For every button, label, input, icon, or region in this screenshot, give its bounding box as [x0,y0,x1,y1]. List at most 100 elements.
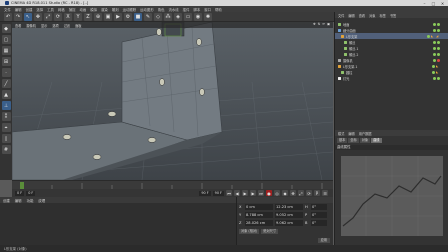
visibility-dot[interactable] [433,76,436,80]
visibility-dot[interactable] [432,70,435,74]
menu-animate[interactable]: 动画 [79,7,86,12]
rot-b-field[interactable]: 0° [311,220,327,226]
grid-icon[interactable]: # [1,145,11,154]
menu-simulate[interactable]: 模拟 [90,7,97,12]
menu-character[interactable]: 角色 [158,7,165,12]
undo-icon[interactable]: ↶ [4,12,12,21]
om-menu-file[interactable]: 文件 [338,13,344,18]
point-mode-icon[interactable]: · [1,68,11,77]
model-mode-icon[interactable]: ▢ [1,35,11,44]
menu-plugins[interactable]: 插件 [183,7,190,12]
axis-mode-icon[interactable]: ⊥ [1,101,11,110]
maximize-button[interactable]: □ [430,1,437,6]
menu-mesh[interactable]: 网格 [58,7,65,12]
tab-object[interactable]: 对象 [359,138,371,143]
rot-h-field[interactable]: 0° [311,204,327,210]
visibility-dot[interactable] [437,58,440,62]
pos-x-field[interactable]: 0 cm [245,204,273,210]
menu-mograph[interactable]: 运动图形 [140,7,154,12]
floor-icon[interactable]: ▭ [184,12,192,21]
om-menu-bookmarks[interactable]: 书签 [390,13,396,18]
redo-icon[interactable]: ↷ [14,12,22,21]
viewport-menu-filter[interactable]: 过滤 [64,23,70,28]
visibility-dot[interactable] [432,64,435,68]
visibility-dot[interactable] [437,28,440,32]
menu-sculpt[interactable]: 雕刻 [112,7,119,12]
material-menu-create[interactable]: 创建 [3,198,10,203]
lock-icon[interactable]: ▯ [1,134,11,143]
axis-y-icon[interactable]: Y [74,12,82,21]
visibility-dot[interactable] [437,52,440,56]
menu-window[interactable]: 窗口 [204,7,211,12]
move-icon[interactable]: ✥ [34,12,42,21]
object-row[interactable]: 灯光 [335,75,448,81]
visibility-dot[interactable] [437,40,440,44]
menu-render[interactable]: 渲染 [101,7,108,12]
tab-curve[interactable]: 曲线 [371,138,382,143]
start-frame-field[interactable]: 0 F [15,190,25,196]
timeline[interactable] [12,180,333,189]
am-menu-mode[interactable]: 模式 [338,131,344,136]
menu-create[interactable]: 创建 [26,7,33,12]
rotate-icon[interactable]: ⟳ [54,12,62,21]
render-view-icon[interactable]: ▶ [114,12,122,21]
visibility-dot[interactable] [433,22,436,26]
next-frame-icon[interactable]: ▶ [250,190,256,196]
size-z-field[interactable]: 9.062 cm [275,220,303,226]
pen-icon[interactable]: ✎ [144,12,152,21]
om-menu-tags[interactable]: 标签 [380,13,386,18]
play-icon[interactable]: ▶ [242,190,248,196]
tag-icon[interactable]: ◣ [431,34,435,38]
coord-mode-select[interactable]: 对象 (相对) [239,229,260,234]
viewport-menu-options[interactable]: 选项 [52,23,58,28]
menu-file[interactable]: 文件 [4,7,11,12]
keyframe-icon[interactable]: ◆ [282,190,288,196]
visibility-dot[interactable] [433,52,436,56]
rot-p-field[interactable]: 0° [311,212,327,218]
material-menu-texture[interactable]: 纹理 [38,198,45,203]
scale-key-icon[interactable]: ⤢ [298,190,304,196]
snap-icon[interactable]: ⌖ [1,123,11,132]
render-region-icon[interactable]: ▣ [104,12,112,21]
texture-mode-icon[interactable]: ▦ [1,46,11,55]
visibility-dot[interactable] [427,34,430,38]
array-icon[interactable]: ⁂ [164,12,172,21]
max-frame-field[interactable]: 90 F [212,190,224,196]
param-key-icon[interactable]: P [314,190,320,196]
current-frame-field[interactable]: 0 F [26,190,36,196]
light-icon[interactable]: ✺ [204,12,212,21]
menu-script[interactable]: 脚本 [193,7,200,12]
timeline-settings-icon[interactable]: ☰ [322,190,328,196]
material-menu-function[interactable]: 功能 [27,198,34,203]
tweak-mode-icon[interactable]: ⁑ [1,112,11,121]
pos-z-field[interactable]: 28.026 cm [245,220,273,226]
scale-icon[interactable]: ⤢ [44,12,52,21]
viewport-3d[interactable]: 查看 摄像机 显示 选项 过滤 面板 ✥ ⇅ ⟳ ▣ [12,22,333,180]
viewport-menu-panel[interactable]: 面板 [75,23,81,28]
visibility-dot[interactable] [437,76,440,80]
visibility-dot[interactable] [437,22,440,26]
coord-icon[interactable]: ⊕ [94,12,102,21]
deformer-icon[interactable]: ◈ [174,12,182,21]
close-button[interactable]: ✕ [439,1,446,6]
autokey-icon[interactable]: ◎ [274,190,280,196]
viewport-menu-camera[interactable]: 摄像机 [26,23,36,28]
record-icon[interactable]: ● [266,190,272,196]
camera-icon[interactable]: ◉ [194,12,202,21]
menu-snap[interactable]: 捕捉 [69,7,76,12]
goto-end-icon[interactable]: ⏭ [258,190,264,196]
minimize-button[interactable]: – [421,1,428,6]
menu-pipeline[interactable]: 流水线 [169,7,179,12]
am-menu-userdata[interactable]: 用户数据 [359,131,372,136]
om-menu-edit[interactable]: 编辑 [348,13,354,18]
viewport-menu-display[interactable]: 显示 [41,23,47,28]
zoom-icon[interactable]: ⇅ [318,22,321,26]
material-menu-edit[interactable]: 编辑 [15,198,22,203]
menu-edit[interactable]: 编辑 [15,7,22,12]
polygon-mode-icon[interactable]: ▲ [1,90,11,99]
end-frame-field[interactable]: 90 F [199,190,211,196]
phong-tag-icon[interactable]: ◢ [436,34,440,38]
viewport-menu-view[interactable]: 查看 [15,23,21,28]
prev-frame-icon[interactable]: ◀ [234,190,240,196]
menu-tools[interactable]: 工具 [47,7,54,12]
